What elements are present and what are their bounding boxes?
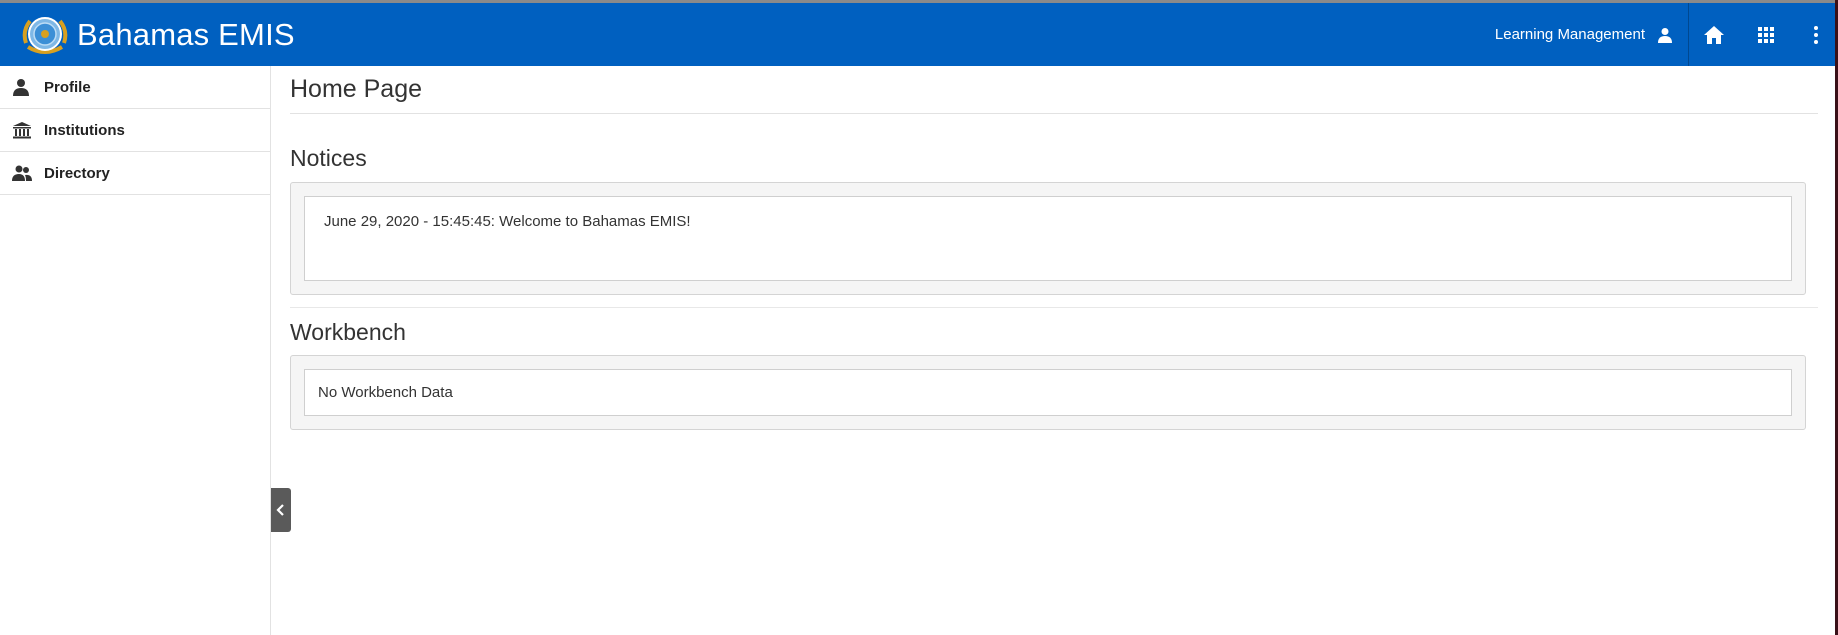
- sidebar-item-label: Profile: [44, 78, 91, 96]
- user-icon: [1658, 27, 1672, 43]
- top-navbar: Bahamas EMIS Learning Management: [0, 3, 1838, 66]
- sidebar-item-directory[interactable]: Directory: [0, 152, 270, 195]
- more-vertical-icon[interactable]: [1805, 24, 1827, 46]
- divider: [290, 113, 1818, 114]
- navbar-divider: [1688, 3, 1689, 66]
- page-title: Home Page: [290, 75, 423, 103]
- sidebar-item-label: Directory: [44, 164, 110, 182]
- divider: [290, 307, 1818, 308]
- sidebar: Profile Institutions Directory: [0, 66, 271, 635]
- user-icon: [13, 79, 29, 96]
- workbench-panel: No Workbench Data: [290, 355, 1806, 430]
- module-user-menu[interactable]: Learning Management: [1495, 3, 1673, 66]
- chevron-left-icon: [276, 504, 284, 516]
- brand[interactable]: Bahamas EMIS: [20, 11, 295, 59]
- notices-list: June 29, 2020 - 15:45:45: Welcome to Bah…: [304, 196, 1792, 281]
- workbench-list: No Workbench Data: [304, 369, 1792, 416]
- emis-logo: [22, 17, 68, 54]
- sidebar-item-label: Institutions: [44, 121, 125, 139]
- workbench-empty-text: No Workbench Data: [318, 384, 453, 401]
- main-content: Home Page Notices June 29, 2020 - 15:45:…: [290, 66, 1818, 430]
- notices-title: Notices: [290, 145, 367, 171]
- module-name: Learning Management: [1494, 26, 1645, 43]
- notices-panel: June 29, 2020 - 15:45:45: Welcome to Bah…: [290, 182, 1806, 295]
- home-icon[interactable]: [1703, 24, 1725, 46]
- notice-item: June 29, 2020 - 15:45:45: Welcome to Bah…: [324, 213, 691, 230]
- sidebar-item-institutions[interactable]: Institutions: [0, 109, 270, 152]
- users-icon: [12, 165, 32, 181]
- sidebar-collapse-button[interactable]: [271, 488, 291, 532]
- institution-icon: [13, 122, 31, 139]
- app-title: Bahamas EMIS: [77, 17, 295, 52]
- sidebar-item-profile[interactable]: Profile: [0, 66, 270, 109]
- workbench-title: Workbench: [290, 319, 406, 345]
- apps-grid-icon[interactable]: [1755, 24, 1777, 46]
